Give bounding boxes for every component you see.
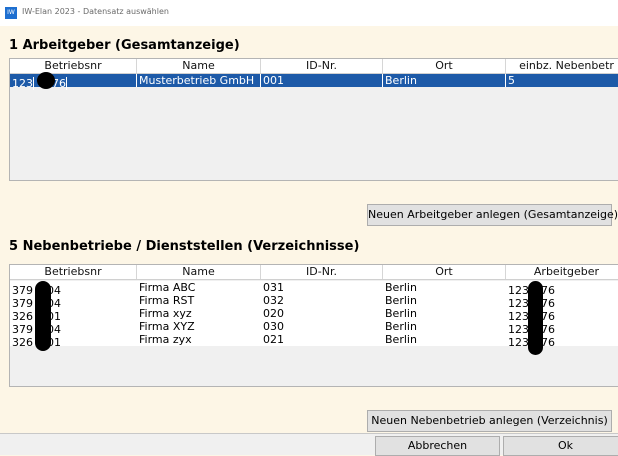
table-row[interactable]: 326 01 Firma xyz 020 Berlin 123 76: [10, 307, 618, 323]
column-header-betriebsnr[interactable]: Betriebsnr: [10, 59, 137, 73]
column-header-name[interactable]: Name: [137, 265, 261, 279]
column-header-id[interactable]: ID-Nr.: [261, 265, 383, 279]
cell-name: Firma ABC: [139, 281, 196, 294]
cell-arbeitgeber: 123 76: [508, 336, 555, 349]
new-employer-button[interactable]: Neuen Arbeitgeber anlegen (Gesamtanzeige…: [367, 204, 618, 226]
branches-section-title: 5 Nebenbetriebe / Dienststellen (Verzeic…: [9, 239, 360, 254]
redaction-mark: [528, 281, 543, 355]
cell-id: 001: [261, 74, 383, 87]
cell-betriebsnr: 379 04: [12, 323, 61, 336]
cancel-button[interactable]: Abbrechen: [375, 436, 500, 456]
redaction-mark: [37, 72, 55, 89]
cell-einbz-nebenbetr: 5: [506, 74, 618, 87]
table-row[interactable]: 379 04 Firma XYZ 030 Berlin 123 76: [10, 320, 618, 336]
cell-name: Firma RST: [139, 294, 195, 307]
employers-table[interactable]: Betriebsnr Name ID-Nr. Ort einbz. Nebenb…: [9, 58, 618, 181]
table-row[interactable]: 379 04 Firma ABC 031 Berlin 123 76: [10, 281, 618, 297]
branches-table-header: Betriebsnr Name ID-Nr. Ort Arbeitgeber: [10, 265, 618, 280]
cell-betriebsnr: 326 01: [12, 310, 61, 323]
cell-ort: Berlin: [383, 74, 506, 87]
column-header-ort[interactable]: Ort: [383, 265, 506, 279]
cell-name: Firma xyz: [139, 307, 192, 320]
cell-id: 020: [263, 307, 284, 320]
column-header-arbeitgeber[interactable]: Arbeitgeber: [506, 265, 618, 279]
new-branch-button[interactable]: Neuen Nebenbetrieb anlegen (Verzeichnis): [367, 410, 612, 432]
cell-ort: Berlin: [385, 307, 417, 320]
column-header-einbz-nebenbetr[interactable]: einbz. Nebenbetr: [506, 59, 618, 73]
cell-name: Firma zyx: [139, 333, 192, 346]
table-row[interactable]: 379 04 Firma RST 032 Berlin 123 76: [10, 294, 618, 310]
cell-betriebsnr: 123 76: [10, 74, 137, 90]
cell-name: Firma XYZ: [139, 320, 195, 333]
cell-ort: Berlin: [385, 281, 417, 294]
app-logo-icon: IW: [5, 7, 17, 19]
cell-betriebsnr: 379 04: [12, 284, 61, 297]
cell-ort: Berlin: [385, 320, 417, 333]
cell-name: Musterbetrieb GmbH: [137, 74, 261, 87]
table-row[interactable]: 123 76 Musterbetrieb GmbH 001 Berlin 5: [10, 72, 618, 90]
branches-table[interactable]: Betriebsnr Name ID-Nr. Ort Arbeitgeber 3…: [9, 264, 618, 387]
column-header-betriebsnr[interactable]: Betriebsnr: [10, 265, 137, 279]
redaction-mark: [35, 281, 51, 351]
column-header-ort[interactable]: Ort: [383, 59, 506, 73]
cell-id: 032: [263, 294, 284, 307]
cell-ort: Berlin: [385, 333, 417, 346]
column-header-name[interactable]: Name: [137, 59, 261, 73]
window-title: IW-Elan 2023 - Datensatz auswählen: [22, 7, 169, 16]
cell-arbeitgeber: 123 76: [508, 297, 555, 310]
column-header-id[interactable]: ID-Nr.: [261, 59, 383, 73]
cell-arbeitgeber: 123 76: [508, 310, 555, 323]
ok-button[interactable]: Ok: [503, 436, 618, 456]
title-bar: IW IW-Elan 2023 - Datensatz auswählen: [0, 0, 618, 26]
cell-betriebsnr: 326 01: [12, 336, 61, 349]
cell-id: 030: [263, 320, 284, 333]
cell-ort: Berlin: [385, 294, 417, 307]
table-row[interactable]: 326 01 Firma zyx 021 Berlin 123 76: [10, 333, 618, 349]
cell-arbeitgeber: 123 76: [508, 284, 555, 297]
cell-id: 031: [263, 281, 284, 294]
employers-section-title: 1 Arbeitgeber (Gesamtanzeige): [9, 38, 240, 53]
cell-betriebsnr: 379 04: [12, 297, 61, 310]
cell-id: 021: [263, 333, 284, 346]
cell-arbeitgeber: 123 76: [508, 323, 555, 336]
employers-table-header: Betriebsnr Name ID-Nr. Ort einbz. Nebenb…: [10, 59, 618, 74]
